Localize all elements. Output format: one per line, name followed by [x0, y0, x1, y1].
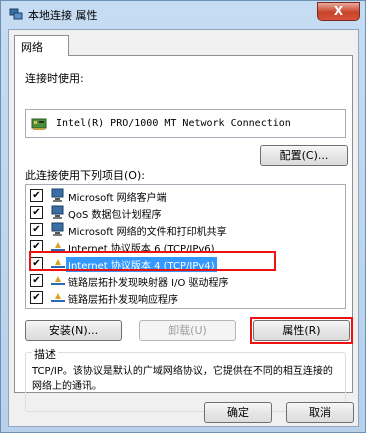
tab-network[interactable]: 网络	[14, 35, 69, 56]
checkbox[interactable]: ✔	[30, 223, 43, 236]
item-label: 链路层拓扑发现响应程序	[68, 295, 178, 306]
list-item-lltd-responder[interactable]: ✔ 链路层拓扑发现响应程序	[26, 289, 345, 306]
item-label: Microsoft 网络客户端	[68, 193, 167, 204]
dialog-client-area: 网络 连接时使用: Intel(R) PRO/1000 MT Network C…	[8, 29, 359, 427]
checkbox[interactable]: ✔	[30, 257, 43, 270]
description-text: TCP/IP。该协议是默认的广域网络协议，它提供在不同的相互连接的网络上的通讯。	[32, 366, 333, 392]
properties-dialog: 本地连接 属性 X 网络 连接时使用: Intel(R) PRO/1000 MT…	[0, 0, 366, 433]
checkbox[interactable]: ✔	[30, 206, 43, 219]
item-label: Internet 协议版本 6 (TCP/IPv6)	[68, 244, 215, 255]
item-label: QoS 数据包计划程序	[68, 210, 162, 221]
description-title: 描述	[32, 346, 58, 362]
checkbox[interactable]: ✔	[30, 274, 43, 287]
checkbox[interactable]: ✔	[30, 189, 43, 202]
checkbox[interactable]: ✔	[30, 240, 43, 253]
list-item-ipv4[interactable]: ✔ Internet 协议版本 4 (TCP/IPv4)	[26, 255, 345, 272]
ok-button[interactable]: 确定	[204, 402, 272, 423]
items-label: 此连接使用下列项目(O):	[25, 169, 145, 182]
configure-button[interactable]: 配置(C)...	[260, 145, 348, 166]
close-button[interactable]: X	[317, 2, 360, 21]
list-item-qos[interactable]: ✔ QoS 数据包计划程序	[26, 204, 345, 221]
protocol-icon	[51, 259, 65, 268]
network-connection-icon	[9, 8, 23, 20]
list-item-lltd-mapper[interactable]: ✔ 链路层拓扑发现映射器 I/O 驱动程序	[26, 272, 345, 289]
item-label: Microsoft 网络的文件和打印机共享	[68, 227, 227, 238]
list-item-ms-client[interactable]: ✔ Microsoft 网络客户端	[26, 187, 345, 204]
protocol-icon	[51, 276, 65, 285]
network-client-icon	[51, 188, 64, 202]
protocol-icon	[51, 242, 65, 251]
connect-using-label: 连接时使用:	[25, 72, 84, 85]
tab-panel-network: 连接时使用: Intel(R) PRO/1000 MT Network Conn…	[14, 55, 353, 412]
checkbox[interactable]: ✔	[30, 291, 43, 304]
item-label: 链路层拓扑发现映射器 I/O 驱动程序	[68, 278, 229, 289]
uninstall-button[interactable]: 卸载(U)	[139, 320, 236, 341]
list-item-ipv6[interactable]: ✔ Internet 协议版本 6 (TCP/IPv6)	[26, 238, 345, 255]
qos-scheduler-icon	[51, 205, 64, 219]
components-list: ✔ Microsoft 网络客户端 ✔ QoS 数据包计划程序 ✔ Micros…	[25, 184, 346, 309]
install-button[interactable]: 安装(N)...	[25, 320, 122, 341]
window-title: 本地连接 属性	[28, 9, 98, 22]
adapter-box: Intel(R) PRO/1000 MT Network Connection	[25, 109, 346, 138]
item-label: Internet 协议版本 4 (TCP/IPv4)	[66, 257, 217, 272]
network-adapter-icon	[31, 118, 47, 130]
title-bar[interactable]: 本地连接 属性 X	[1, 1, 365, 27]
protocol-icon	[51, 293, 65, 302]
cancel-button[interactable]: 取消	[286, 402, 354, 423]
adapter-name: Intel(R) PRO/1000 MT Network Connection	[56, 118, 291, 129]
list-item-file-sharing[interactable]: ✔ Microsoft 网络的文件和打印机共享	[26, 221, 345, 238]
file-printer-sharing-icon	[51, 222, 64, 236]
properties-button[interactable]: 属性(R)	[253, 320, 350, 341]
